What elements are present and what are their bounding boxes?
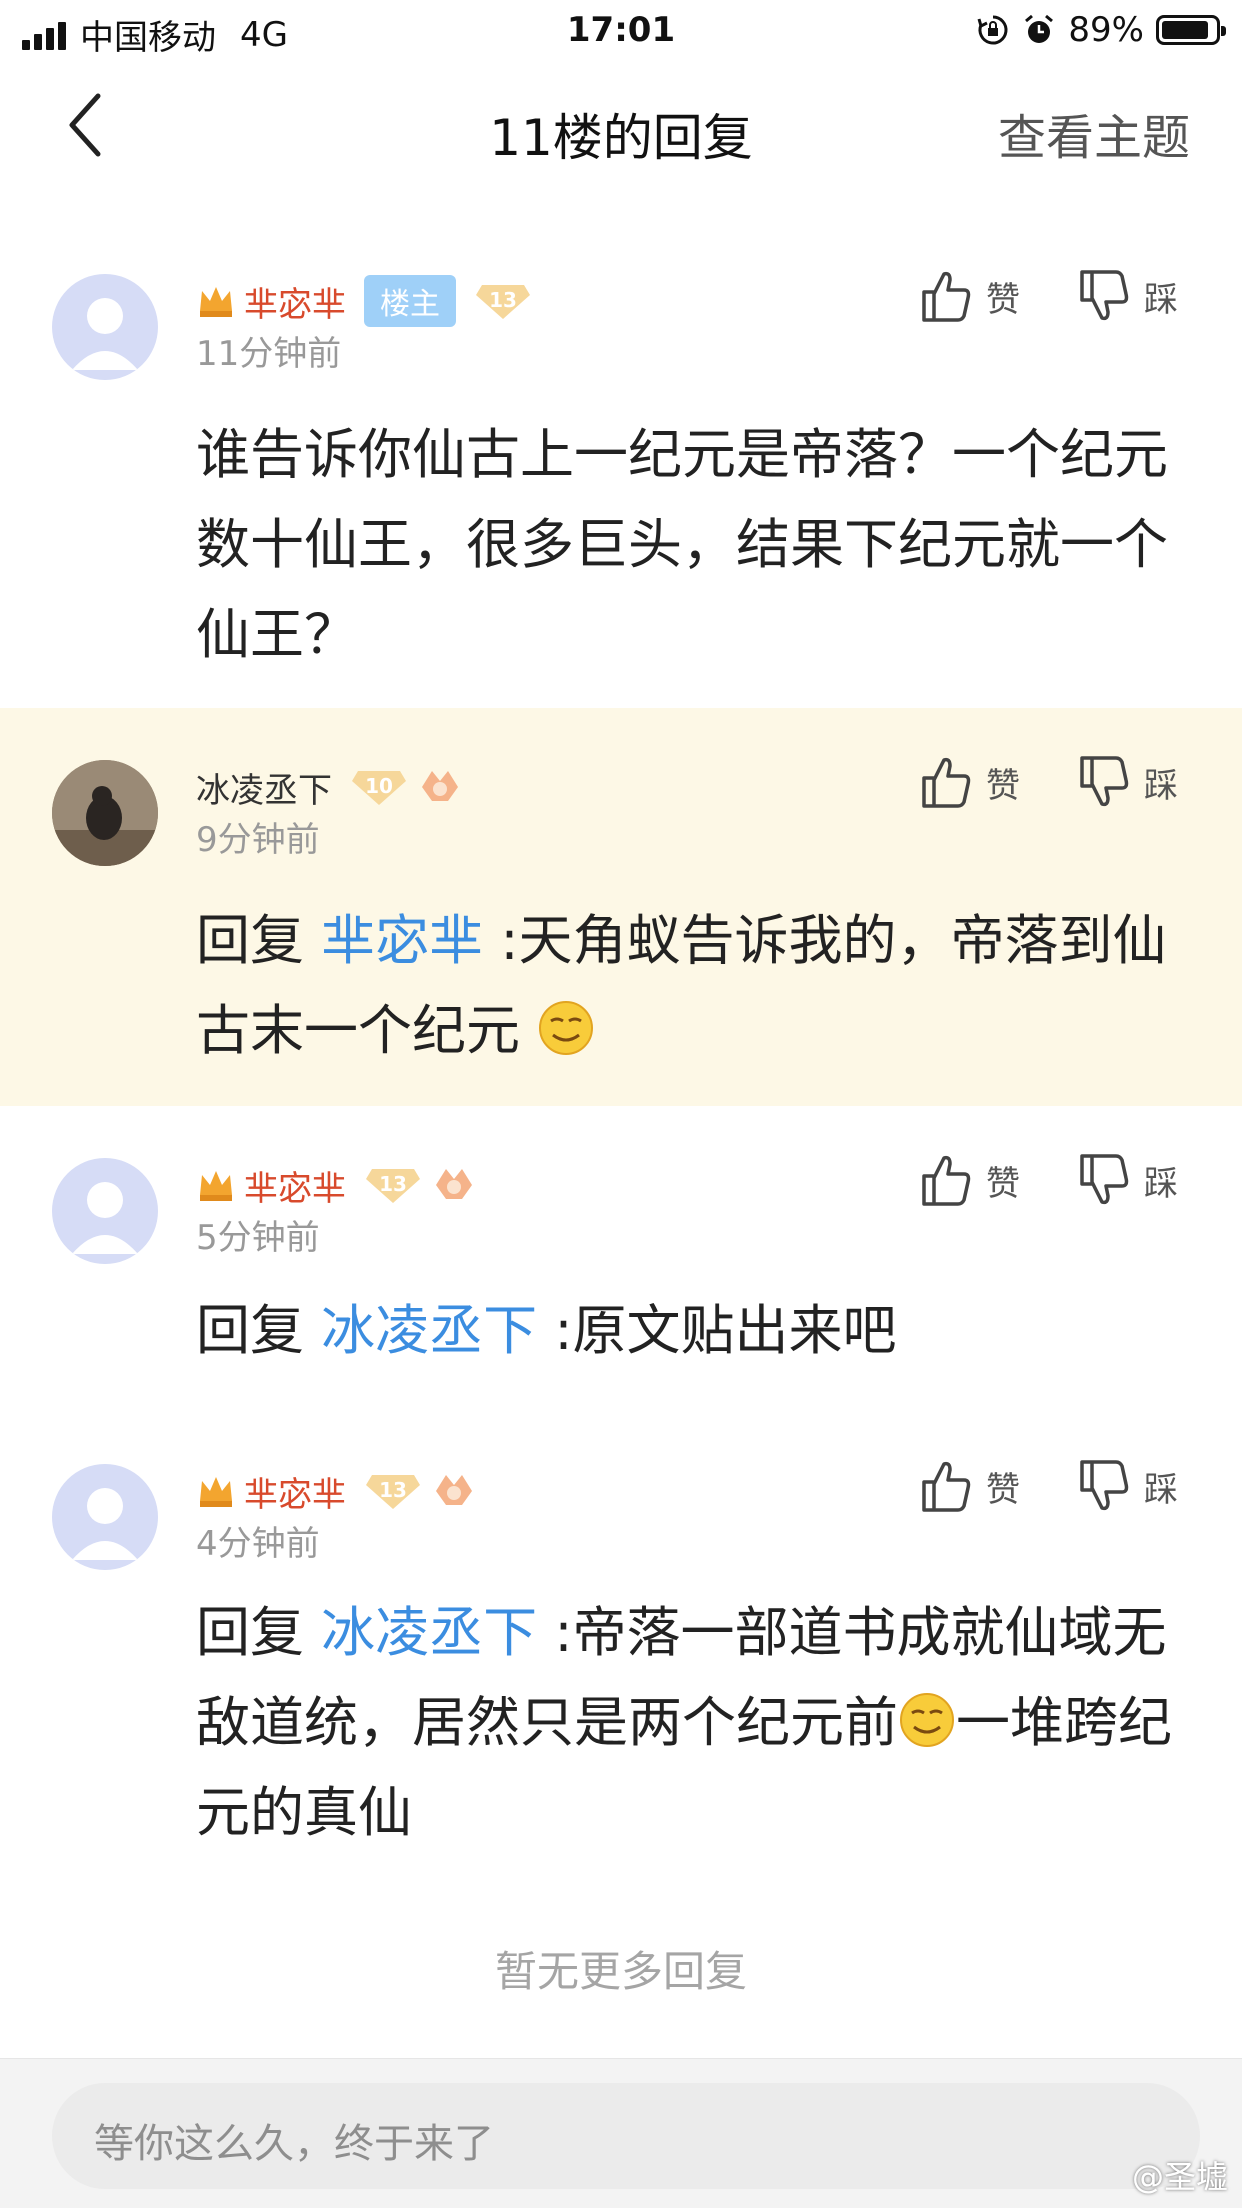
avatar[interactable] [52,1158,158,1264]
like-button[interactable]: 赞 [920,1152,1020,1208]
reply-mention[interactable]: 芈宓芈 [321,909,483,972]
username[interactable]: 芈宓芈 [244,1467,346,1516]
thumbs-down-icon [1080,756,1129,807]
avatar[interactable] [52,274,158,380]
alarm-icon [1025,14,1054,43]
thumbs-up-icon [922,271,971,322]
dislike-button[interactable]: 踩 [1078,1152,1178,1208]
owner-badge: 楼主 [364,275,456,327]
view-topic-link[interactable]: 查看主题 [998,98,1190,168]
level-badge: 13 [364,1165,422,1205]
no-more-replies-label: 暂无更多回复 [494,1947,747,1996]
reply-input-placeholder: 等你这么久，终于来了 [94,2121,494,2167]
username[interactable]: 芈宓芈 [244,277,346,326]
comment-time: 9分钟前 [196,820,320,860]
avatar[interactable] [52,760,158,866]
battery-icon [1156,15,1226,45]
username[interactable]: 芈宓芈 [244,1161,346,1210]
comment-time: 11分钟前 [196,334,342,374]
comment-text: 谁告诉你仙古上一纪元是帝落？一个纪元数十仙王，很多巨头，结果下纪元就一个仙王？ [196,423,1168,666]
status-bar: 中国移动 4G 17:01 89% [0,0,1242,62]
level-badge: 10 [350,767,408,807]
like-label: 赞 [986,279,1020,320]
reply-mention[interactable]: 冰凌丞下 [321,1601,537,1664]
comment-text: 回复 冰凌丞下 :原文贴出来吧 [196,1299,897,1362]
crown-icon [200,287,232,317]
like-label: 赞 [986,1163,1020,1204]
thumbs-up-icon [922,1461,971,1512]
level-badge: 13 [474,281,532,321]
comment-text: 回复 芈宓芈 :天角蚁告诉我的，帝落到仙古末一个纪元 [196,909,1167,1062]
thumbs-down-icon [1080,1460,1129,1511]
thumbs-down-icon [1080,1154,1129,1205]
medal-icon [436,1475,472,1505]
comment-item: 芈宓芈 13 4分钟前 赞 踩 回复 冰凌丞下 :帝落一部道书成就仙域无敌道统，… [0,1424,1242,1894]
like-button[interactable]: 赞 [920,754,1020,810]
comment-item: 芈宓芈 13 5分钟前 赞 踩 回复 冰凌丞下 :原文贴出来吧 [0,1106,1242,1424]
comment-time: 5分钟前 [196,1218,320,1258]
rotation-lock-icon [977,15,1008,45]
dislike-label: 踩 [1144,765,1178,806]
battery-percent: 89% [1068,10,1144,50]
reply-mention[interactable]: 冰凌丞下 [321,1299,537,1362]
medal-icon [422,771,458,801]
crown-icon [200,1171,232,1201]
smirk-emoji-icon [539,1001,594,1055]
dislike-label: 踩 [1144,1469,1178,1510]
thumbs-down-icon [1080,270,1129,321]
username[interactable]: 冰凌丞下 [196,763,332,812]
avatar[interactable] [52,1464,158,1570]
reply-input[interactable]: 等你这么久，终于来了 [52,2083,1200,2189]
thumbs-up-icon [922,1155,971,1206]
dislike-button[interactable]: 踩 [1078,268,1178,324]
comment-item: 冰凌丞下 10 9分钟前 赞 踩 回复 芈宓芈 :天角蚁告诉我的，帝落到仙古末一… [0,708,1242,1106]
thumbs-up-icon [922,757,971,808]
dislike-label: 踩 [1144,1163,1178,1204]
like-label: 赞 [986,765,1020,806]
dislike-button[interactable]: 踩 [1078,754,1178,810]
comment-time: 4分钟前 [196,1524,320,1564]
level-badge: 13 [364,1471,422,1511]
comment-text: 回复 冰凌丞下 :帝落一部道书成就仙域无敌道统，居然只是两个纪元前 一堆跨纪元的真… [196,1601,1172,1844]
dislike-button[interactable]: 踩 [1078,1458,1178,1514]
comment-item: 芈宓芈 楼主 13 11分钟前 赞 踩 谁告诉你仙古上一纪元是帝落？一个纪元数十… [0,192,1242,708]
like-button[interactable]: 赞 [920,1458,1020,1514]
reply-bar: 等你这么久，终于来了 @圣墟 [0,2058,1242,2208]
dislike-label: 踩 [1144,279,1178,320]
like-button[interactable]: 赞 [920,268,1020,324]
crown-icon [200,1477,232,1507]
smirk-emoji-icon [900,1693,954,1747]
nav-bar: 11楼的回复 查看主题 [0,62,1242,192]
watermark: @圣墟 [1131,2158,1228,2196]
medal-icon [436,1169,472,1199]
like-label: 赞 [986,1469,1020,1510]
